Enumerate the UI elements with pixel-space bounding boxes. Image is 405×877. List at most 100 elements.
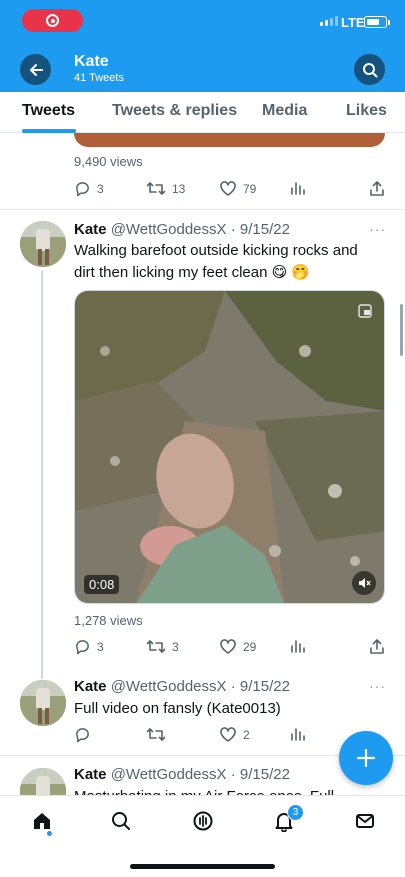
dot-separator: · — [230, 766, 236, 783]
battery-tip — [388, 20, 390, 25]
tweet-actions: 2 — [74, 726, 385, 746]
reply-icon — [76, 640, 89, 655]
reply-icon — [76, 728, 89, 743]
home-indicator[interactable] — [130, 864, 275, 869]
author-handle[interactable]: @WettGoddessX — [111, 678, 227, 695]
battery-level — [366, 18, 379, 25]
previous-tweet-media[interactable] — [74, 133, 385, 147]
video-frame — [75, 291, 384, 603]
reply-button[interactable]: 3 — [74, 638, 104, 655]
author-name[interactable]: Kate — [74, 221, 107, 238]
avatar[interactable] — [20, 221, 66, 267]
like-button[interactable]: 29 — [219, 638, 256, 655]
reply-button[interactable] — [74, 726, 97, 743]
mute-button[interactable] — [352, 571, 376, 595]
avatar-photo — [20, 768, 66, 795]
author-name[interactable]: Kate — [74, 766, 107, 783]
author-name[interactable]: Kate — [74, 678, 107, 695]
retweet-count: 3 — [172, 639, 179, 654]
like-button[interactable]: 79 — [219, 180, 256, 197]
avatar[interactable] — [20, 768, 66, 795]
tweet-feed[interactable]: 9,490 views 3 13 79 Kate @WettGoddessX ·… — [0, 133, 405, 795]
search-button[interactable] — [354, 54, 385, 85]
profile-name: Kate — [74, 53, 109, 70]
analytics-icon — [291, 728, 305, 741]
tweet-divider — [0, 209, 405, 210]
like-count: 79 — [243, 181, 257, 196]
nav-home[interactable] — [29, 808, 55, 834]
retweet-icon — [146, 728, 166, 741]
speaker-muted-icon — [359, 578, 371, 588]
messages-icon — [356, 814, 374, 828]
tweet-date: 9/15/22 — [239, 766, 290, 783]
more-options-button[interactable]: ··· — [369, 678, 386, 694]
reply-count: 3 — [97, 181, 104, 196]
author-handle[interactable]: @WettGoddessX — [111, 766, 227, 783]
home-unread-dot — [47, 831, 52, 836]
screen-record-indicator[interactable] — [22, 9, 83, 32]
compose-tweet-button[interactable] — [339, 731, 393, 785]
analytics-icon — [291, 640, 305, 653]
share-icon — [370, 639, 384, 654]
picture-in-picture-icon[interactable] — [358, 304, 372, 323]
tweet-text: Walking barefoot outside kicking rocks a… — [74, 242, 358, 281]
reply-button[interactable]: 3 — [74, 180, 104, 197]
nav-search[interactable] — [108, 808, 134, 834]
profile-header: Kate 41 Tweets — [0, 46, 405, 92]
retweet-icon — [146, 640, 166, 653]
share-button[interactable] — [369, 180, 385, 197]
more-options-button[interactable]: ··· — [369, 221, 386, 237]
back-arrow-icon — [29, 63, 43, 76]
heart-icon — [220, 727, 236, 742]
like-button[interactable]: 2 — [219, 726, 250, 743]
tweet-actions: 3 3 29 — [74, 638, 385, 658]
tweet-header: Kate @WettGoddessX · 9/15/22 — [74, 678, 290, 695]
previous-tweet-actions: 3 13 79 — [74, 180, 385, 200]
tweet-header: Kate @WettGoddessX · 9/15/22 — [74, 766, 290, 783]
reply-count: 3 — [97, 639, 104, 654]
nav-spaces[interactable] — [190, 808, 216, 834]
author-handle[interactable]: @WettGoddessX — [111, 221, 227, 238]
share-button[interactable] — [369, 638, 385, 655]
tab-likes[interactable]: Likes — [346, 102, 387, 120]
avatar[interactable] — [20, 680, 66, 726]
like-count: 29 — [243, 639, 257, 654]
tweet-views: 1,278 views — [74, 613, 143, 628]
avatar-photo — [20, 221, 66, 267]
tweet-text: Masturbating in my Air Force ones. Full — [74, 786, 379, 795]
nav-messages[interactable] — [352, 808, 378, 834]
retweet-count: 13 — [172, 181, 186, 196]
retweet-icon — [146, 182, 166, 195]
like-count: 2 — [243, 727, 250, 742]
screen-record-icon — [46, 14, 59, 27]
scrollbar[interactable] — [400, 304, 403, 356]
tweet-video[interactable]: 0:08 — [74, 290, 385, 604]
tweet-text: Full video on fansly (Kate0013) — [74, 700, 281, 717]
retweet-button[interactable] — [146, 726, 172, 743]
profile-tabs: Tweets Tweets & replies Media Likes — [0, 92, 405, 133]
previous-tweet-views: 9,490 views — [74, 154, 143, 169]
battery-icon — [364, 16, 387, 28]
analytics-button[interactable] — [290, 180, 306, 196]
status-bar: LTE — [0, 0, 405, 46]
tab-media[interactable]: Media — [262, 102, 307, 120]
retweet-button[interactable]: 13 — [146, 180, 185, 197]
tab-tweets-replies[interactable]: Tweets & replies — [112, 102, 237, 120]
dot-separator: · — [230, 221, 236, 238]
dot-separator: · — [230, 678, 236, 695]
search-icon — [362, 62, 377, 77]
heart-icon — [220, 181, 236, 196]
network-type: LTE — [341, 15, 365, 30]
analytics-button[interactable] — [290, 638, 306, 654]
analytics-button[interactable] — [290, 726, 306, 742]
compose-plus-icon — [356, 748, 376, 768]
back-button[interactable] — [20, 54, 51, 85]
tab-tweets[interactable]: Tweets — [22, 102, 75, 120]
share-icon — [370, 181, 384, 196]
tweet-header: Kate @WettGoddessX · 9/15/22 — [74, 221, 290, 238]
reply-icon — [76, 182, 89, 197]
notification-badge: 3 — [287, 804, 304, 821]
retweet-button[interactable]: 3 — [146, 638, 179, 655]
tweet-date: 9/15/22 — [239, 221, 290, 238]
avatar-photo — [20, 680, 66, 726]
